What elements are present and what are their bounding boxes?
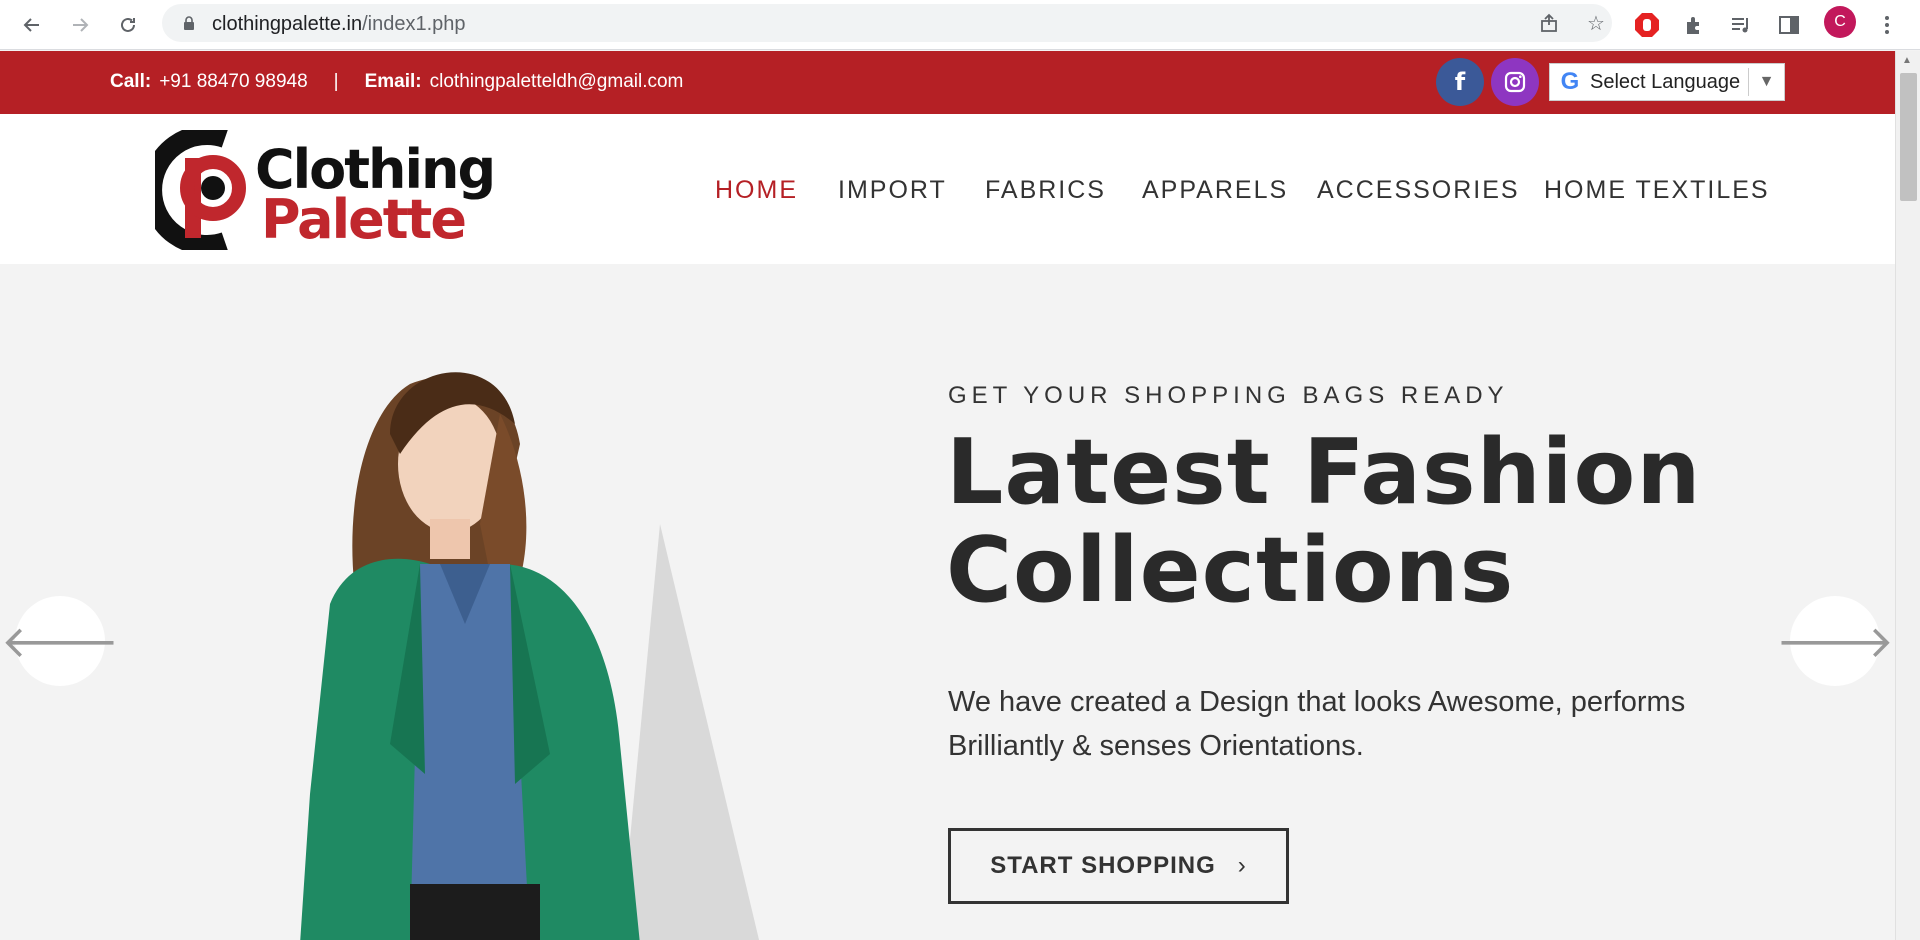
- avatar-letter: C: [1834, 13, 1846, 30]
- media-icon[interactable]: [1726, 10, 1756, 40]
- facebook-icon[interactable]: f: [1436, 58, 1484, 106]
- site-header: Clothing Palette HOME IMPORT FABRICS APP…: [0, 114, 1895, 264]
- facebook-glyph: f: [1454, 68, 1466, 96]
- share-icon[interactable]: [1538, 11, 1562, 35]
- address-bar[interactable]: clothingpalette.in/index1.php ☆: [162, 4, 1612, 42]
- prev-glyph: 🡐: [1, 617, 119, 668]
- adblock-icon[interactable]: [1632, 10, 1662, 40]
- hero-kicker: GET YOUR SHOPPING BAGS READY: [948, 382, 1509, 409]
- top-contact-bar: Call: +91 88470 98948 | Email: clothingp…: [0, 51, 1895, 114]
- model-image: [300, 372, 760, 940]
- hero-description: We have created a Design that looks Awes…: [948, 686, 1686, 762]
- star-icon[interactable]: ☆: [1584, 11, 1608, 35]
- email-value[interactable]: clothingpaletteldh@gmail.com: [430, 71, 684, 93]
- hero-title-line1: Latest Fashion: [946, 420, 1702, 525]
- page-scrollbar[interactable]: ▲: [1895, 51, 1920, 940]
- contact-info: Call: +91 88470 98948 | Email: clothingp…: [110, 71, 683, 93]
- nav-import[interactable]: IMPORT: [838, 176, 947, 205]
- start-shopping-button[interactable]: START SHOPPING ›: [948, 828, 1289, 904]
- caret-down-icon: ▼: [1748, 68, 1784, 96]
- call-value[interactable]: +91 88470 98948: [159, 71, 307, 93]
- email-label: Email:: [364, 71, 422, 92]
- chevron-right-icon: ›: [1237, 852, 1247, 879]
- hero-title-line2: Collections: [946, 518, 1515, 623]
- next-glyph: 🡒: [1776, 617, 1894, 668]
- url-text: clothingpalette.in/index1.php: [212, 13, 466, 35]
- site-logo[interactable]: Clothing Palette: [155, 130, 496, 251]
- logo-mark-icon: [155, 130, 246, 250]
- logo-text-palette: Palette: [261, 188, 467, 251]
- instagram-icon[interactable]: [1491, 58, 1539, 106]
- contact-separator: |: [333, 71, 339, 92]
- language-selector[interactable]: G Select Language ▼: [1549, 63, 1785, 101]
- slider-prev-arrow-icon[interactable]: 🡐: [1, 596, 119, 686]
- nav-home-textiles[interactable]: HOME TEXTILES: [1544, 176, 1770, 205]
- nav-accessories[interactable]: ACCESSORIES: [1317, 176, 1520, 205]
- cta-label: START SHOPPING: [990, 852, 1216, 879]
- profile-avatar[interactable]: C: [1824, 6, 1856, 38]
- menu-icon[interactable]: [1872, 10, 1902, 40]
- sidepanel-icon[interactable]: [1774, 10, 1804, 40]
- forward-icon[interactable]: [64, 9, 96, 41]
- reload-icon[interactable]: [112, 9, 144, 41]
- extensions-icon[interactable]: [1679, 10, 1709, 40]
- google-icon: G: [1560, 68, 1580, 95]
- language-label: Select Language: [1590, 70, 1741, 93]
- scroll-thumb[interactable]: [1900, 73, 1917, 201]
- back-icon[interactable]: [16, 9, 48, 41]
- scroll-up-icon[interactable]: ▲: [1902, 55, 1912, 66]
- browser-toolbar: clothingpalette.in/index1.php ☆ C: [0, 0, 1920, 50]
- nav-home[interactable]: HOME: [715, 176, 798, 205]
- hero-slider: 🡐 🡒 GET YOUR SHOPPING BAGS READY Latest …: [0, 264, 1895, 940]
- nav-fabrics[interactable]: FABRICS: [985, 176, 1106, 205]
- call-label: Call:: [110, 71, 152, 92]
- lock-icon: [182, 16, 196, 30]
- hero-title: Latest Fashion Collections: [946, 424, 1846, 620]
- nav-apparels[interactable]: APPARELS: [1142, 176, 1288, 205]
